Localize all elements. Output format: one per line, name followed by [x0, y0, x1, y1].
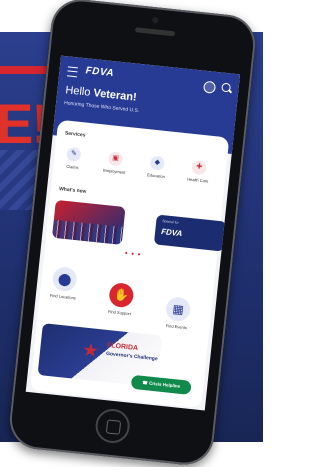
service-employment[interactable]: ▣ Employment — [97, 150, 133, 175]
calendar-icon: ▦ — [164, 296, 192, 323]
crisis-helpline-button[interactable]: ☎ Crisis Helpline — [130, 374, 192, 395]
handshake-icon: ✋ — [108, 281, 135, 309]
find-label: Find Events — [165, 323, 188, 331]
service-label: Claims — [66, 163, 79, 170]
briefcase-icon: ▣ — [107, 151, 124, 167]
carousel-indicator[interactable]: ● ● ● — [124, 250, 141, 258]
service-label: Employment — [102, 167, 126, 175]
pencil-icon: ✎ — [66, 146, 82, 163]
service-claims[interactable]: ✎ Claims — [55, 146, 91, 171]
medical-cross-icon: ✚ — [191, 159, 207, 176]
greeting-prefix: Hello — [64, 84, 92, 99]
service-education[interactable]: ◆ Education — [139, 154, 175, 179]
news-card-1[interactable] — [51, 199, 126, 245]
app-screen: FDVA Hello Veteran! Honoring Those Who S… — [25, 55, 241, 411]
location-pin-icon: ⬤ — [51, 265, 78, 293]
search-icon[interactable] — [221, 82, 232, 93]
news-card-image — [51, 219, 124, 245]
service-label: Health Care — [186, 176, 209, 184]
promo-subtitle: Governor's Challenge — [105, 350, 158, 363]
greeting-name: Veteran! — [92, 87, 138, 104]
service-label: Education — [146, 172, 166, 180]
whats-new-title: What's new — [58, 186, 87, 195]
graduation-cap-icon: ◆ — [149, 155, 166, 171]
service-health-care[interactable]: ✚ Health Care — [181, 159, 217, 184]
news-card-2[interactable]: Special for FDVA — [153, 214, 227, 252]
notification-icon[interactable] — [202, 80, 217, 94]
news-card-2-caption: Special for — [162, 219, 179, 225]
news-card-2-brand: FDVA — [160, 227, 183, 239]
find-label: Find Locations — [49, 292, 77, 301]
helpline-label: Crisis Helpline — [148, 380, 181, 389]
fdva-logo: FDVA — [85, 65, 115, 80]
services-title: Services — [64, 130, 86, 139]
find-support-button[interactable]: ✋ Find Support — [102, 281, 139, 317]
star-icon: ★ — [81, 339, 100, 362]
content-card: Services ✎ Claims ▣ Employment ◆ Educati… — [29, 119, 230, 409]
find-locations-button[interactable]: ⬤ Find Locations — [46, 265, 83, 301]
find-label: Find Support — [107, 308, 132, 317]
hamburger-menu-icon[interactable] — [66, 66, 78, 78]
find-events-button[interactable]: ▦ Find Events — [159, 295, 196, 331]
